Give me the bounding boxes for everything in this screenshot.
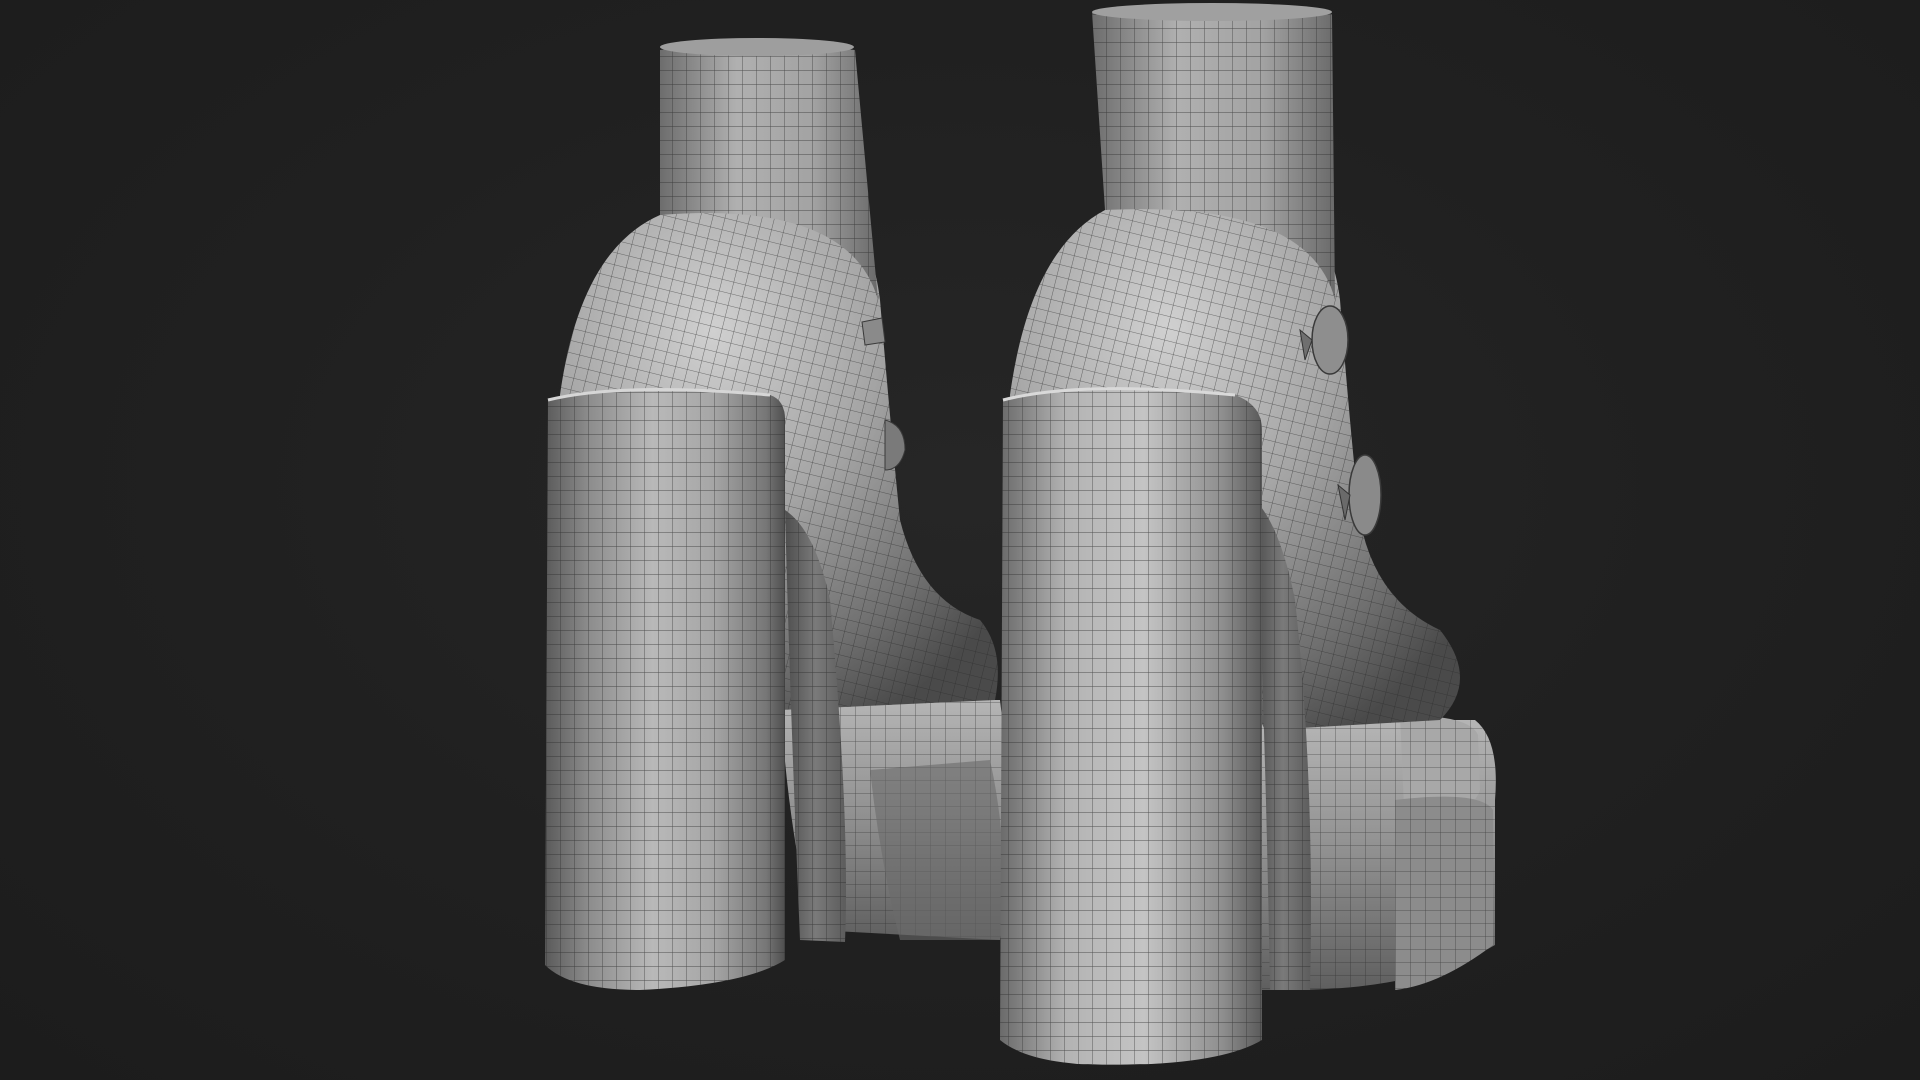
- render-viewport: [0, 0, 1920, 1080]
- right-boot: [1000, 3, 1496, 1066]
- left-boot-heel: [545, 388, 785, 990]
- right-boot-heel: [1000, 387, 1262, 1066]
- left-boot: [545, 38, 1008, 990]
- boots-render: [545, 3, 1496, 1066]
